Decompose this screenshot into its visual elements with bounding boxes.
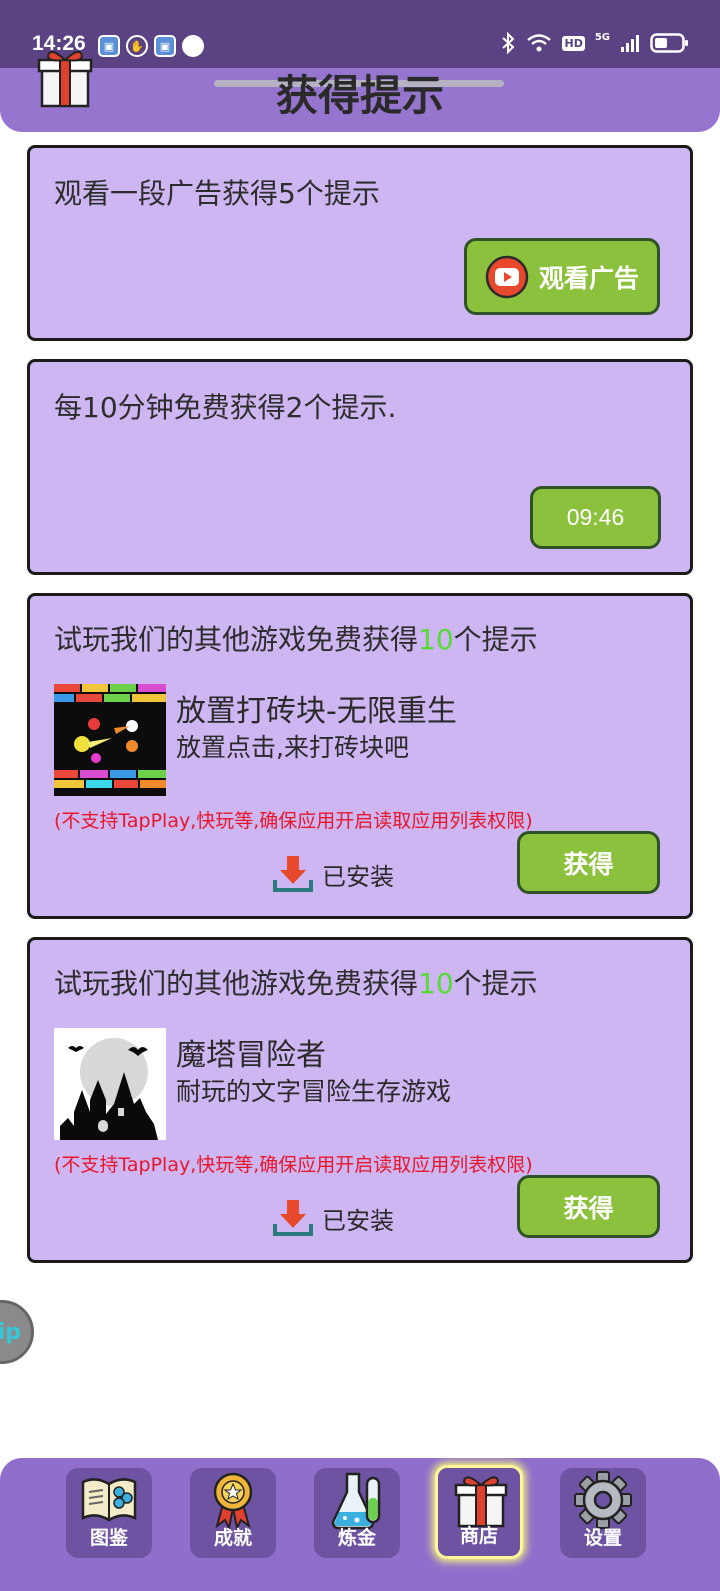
install-status-label: 已安装 xyxy=(322,1206,394,1235)
castle-game-thumbnail xyxy=(54,1028,166,1140)
game-description: 耐玩的文字冒险生存游戏 xyxy=(176,1077,452,1106)
promo-headline-count: 10 xyxy=(418,623,454,656)
compatibility-warning: (不支持TapPlay,快玩等,确保应用开启读取应用列表权限) xyxy=(54,810,533,832)
watch-ad-card: 观看一段广告获得5个提示 观看广告 xyxy=(27,145,693,341)
promo-headline-prefix: 试玩我们的其他游戏免费获得 xyxy=(54,623,419,656)
nav-item-encyclopedia[interactable]: 图鉴 xyxy=(66,1468,152,1558)
nav-item-achievements[interactable]: 成就 xyxy=(190,1468,276,1558)
install-status: 已安装 xyxy=(272,854,394,894)
flask-icon xyxy=(331,1472,381,1530)
floating-assistant-label: ip xyxy=(0,1319,21,1345)
promo-headline-prefix: 试玩我们的其他游戏免费获得 xyxy=(54,967,419,1000)
signal-icon xyxy=(621,35,639,52)
promo-headline: 试玩我们的其他游戏免费获得10个提示 xyxy=(54,962,538,1002)
promo-headline-suffix: 个提示 xyxy=(453,623,538,656)
download-icon xyxy=(273,856,313,892)
claim-button-label: 获得 xyxy=(563,1193,614,1223)
watch-ad-button-label: 观看广告 xyxy=(538,263,639,293)
bluetooth-icon xyxy=(502,32,515,54)
free-timer-card: 每10分钟免费获得2个提示. 09:46 xyxy=(27,359,693,575)
nav-item-shop[interactable]: 商店 xyxy=(435,1465,523,1559)
app-notification-icon: ▣ xyxy=(154,35,176,57)
notification-icons: ▣ ✋ ▣ xyxy=(98,35,204,57)
download-icon xyxy=(273,1200,313,1236)
nav-label: 商店 xyxy=(459,1525,498,1547)
claim-button[interactable]: 获得 xyxy=(517,831,660,894)
install-status: 已安装 xyxy=(272,1198,394,1238)
promo-game-card: 试玩我们的其他游戏免费获得10个提示 放置打砖块-无限重生 放置点击,来打砖块吧… xyxy=(27,593,693,919)
countdown-label: 09:46 xyxy=(566,504,625,530)
wifi-icon xyxy=(527,34,552,52)
claim-button[interactable]: 获得 xyxy=(517,1175,660,1238)
watch-ad-text: 观看一段广告获得5个提示 xyxy=(54,177,380,210)
countdown-button[interactable]: 09:46 xyxy=(530,486,661,549)
gear-icon xyxy=(574,1471,632,1529)
book-icon xyxy=(81,1478,137,1522)
watch-ad-button[interactable]: 观看广告 xyxy=(464,238,660,315)
nav-label: 炼金 xyxy=(337,1527,376,1549)
hand-icon: ✋ xyxy=(126,35,148,57)
battery-icon xyxy=(650,33,688,53)
app-notification-icon: ▣ xyxy=(98,35,120,57)
nav-item-settings[interactable]: 设置 xyxy=(560,1468,646,1558)
network-badge: 5G xyxy=(594,32,610,43)
medal-icon xyxy=(213,1472,253,1530)
status-bar: 14:26 ▣ ✋ ▣ HD 5G xyxy=(0,0,720,68)
chat-icon xyxy=(182,35,204,57)
free-timer-text: 每10分钟免费获得2个提示. xyxy=(54,391,397,424)
install-status-label: 已安装 xyxy=(322,862,394,891)
floating-assistant-button[interactable]: ip xyxy=(0,1300,34,1364)
nav-label: 图鉴 xyxy=(89,1527,128,1549)
game-title: 魔塔冒险者 xyxy=(176,1038,326,1073)
hd-badge: HD xyxy=(562,35,585,51)
promo-game-card: 试玩我们的其他游戏免费获得10个提示 魔塔冒险者 耐玩的文字冒险生存游戏 (不支… xyxy=(27,937,693,1263)
play-video-icon xyxy=(485,255,529,298)
promo-headline: 试玩我们的其他游戏免费获得10个提示 xyxy=(54,618,538,658)
page-title: 获得提示 xyxy=(275,71,444,120)
promo-headline-count: 10 xyxy=(418,967,454,1000)
promo-headline-suffix: 个提示 xyxy=(453,967,538,1000)
game-description: 放置点击,来打砖块吧 xyxy=(176,733,409,762)
brick-game-thumbnail xyxy=(54,684,166,796)
nav-label: 成就 xyxy=(213,1527,252,1549)
status-indicators: HD 5G xyxy=(500,32,690,54)
claim-button-label: 获得 xyxy=(563,849,614,879)
nav-label: 设置 xyxy=(583,1527,622,1549)
compatibility-warning: (不支持TapPlay,快玩等,确保应用开启读取应用列表权限) xyxy=(54,1154,533,1176)
game-title: 放置打砖块-无限重生 xyxy=(176,694,457,729)
nav-item-alchemy[interactable]: 炼金 xyxy=(314,1468,400,1558)
